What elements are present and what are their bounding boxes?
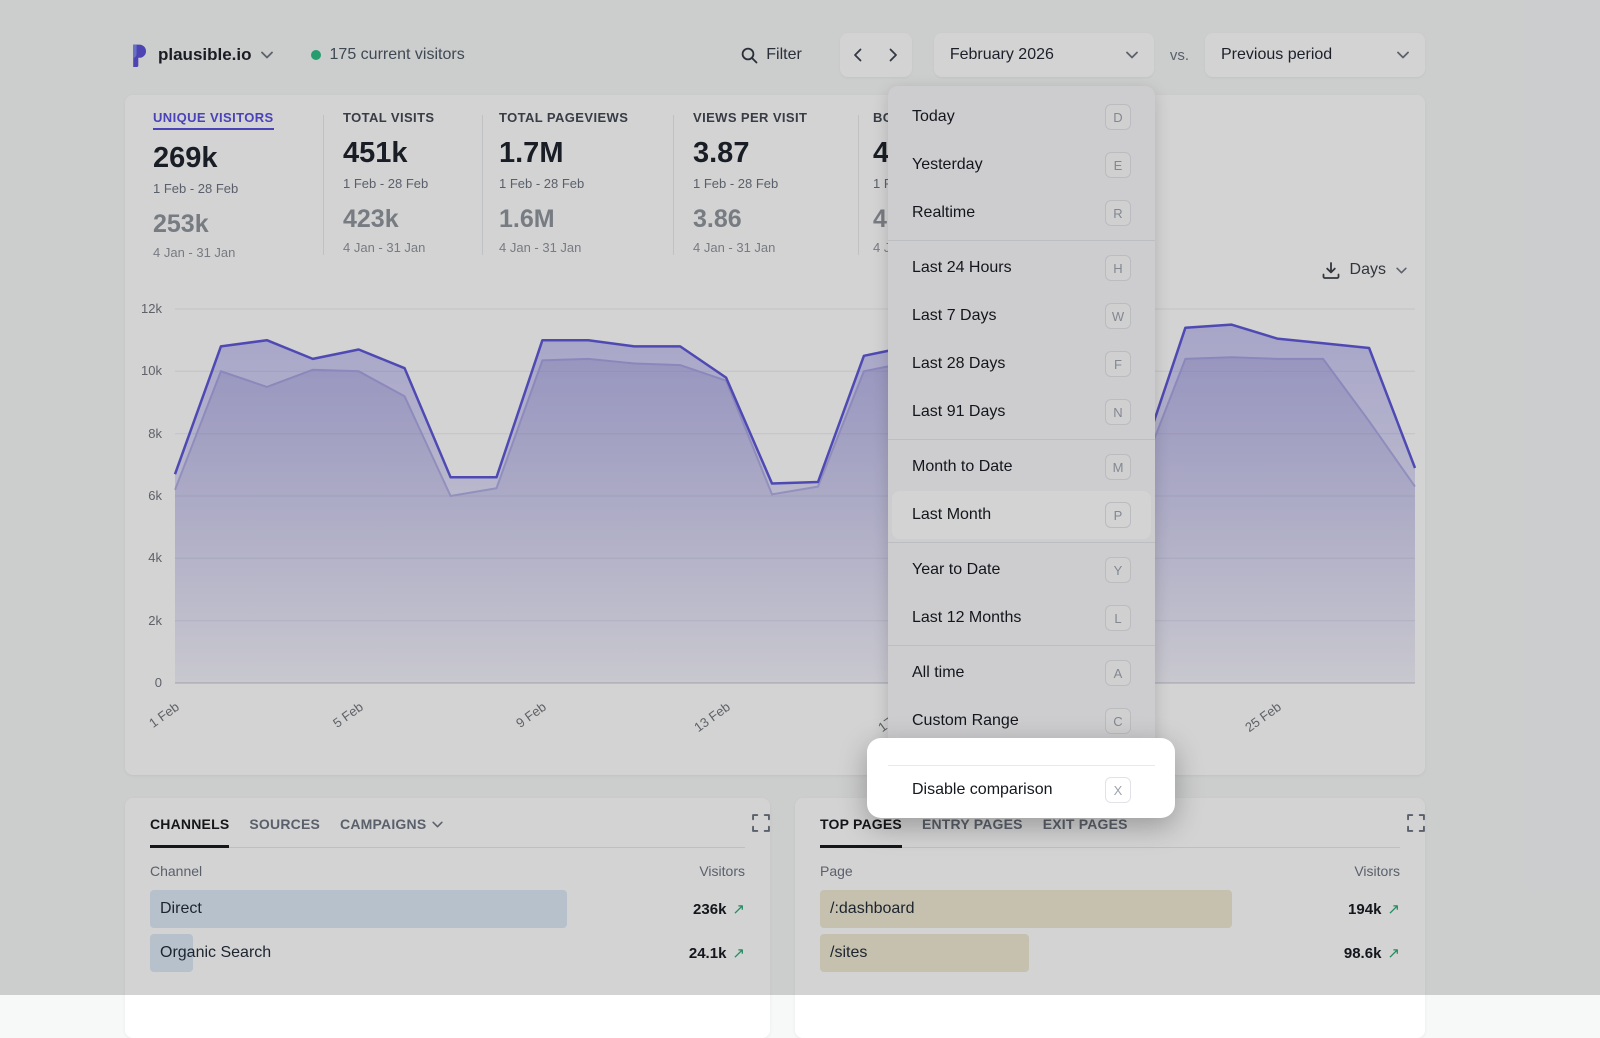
shortcut-key-badge: X <box>1105 777 1131 803</box>
dim-overlay <box>0 0 1600 995</box>
menu-item-label: Disable comparison <box>912 781 1053 799</box>
disable-comparison-spotlight: Disable comparison X <box>867 738 1175 818</box>
menu-item-disable-comparison[interactable]: Disable comparison X <box>888 770 1155 810</box>
dashboard-screen: plausible.io 175 current visitors Filter <box>0 0 1600 995</box>
menu-divider <box>888 765 1155 766</box>
